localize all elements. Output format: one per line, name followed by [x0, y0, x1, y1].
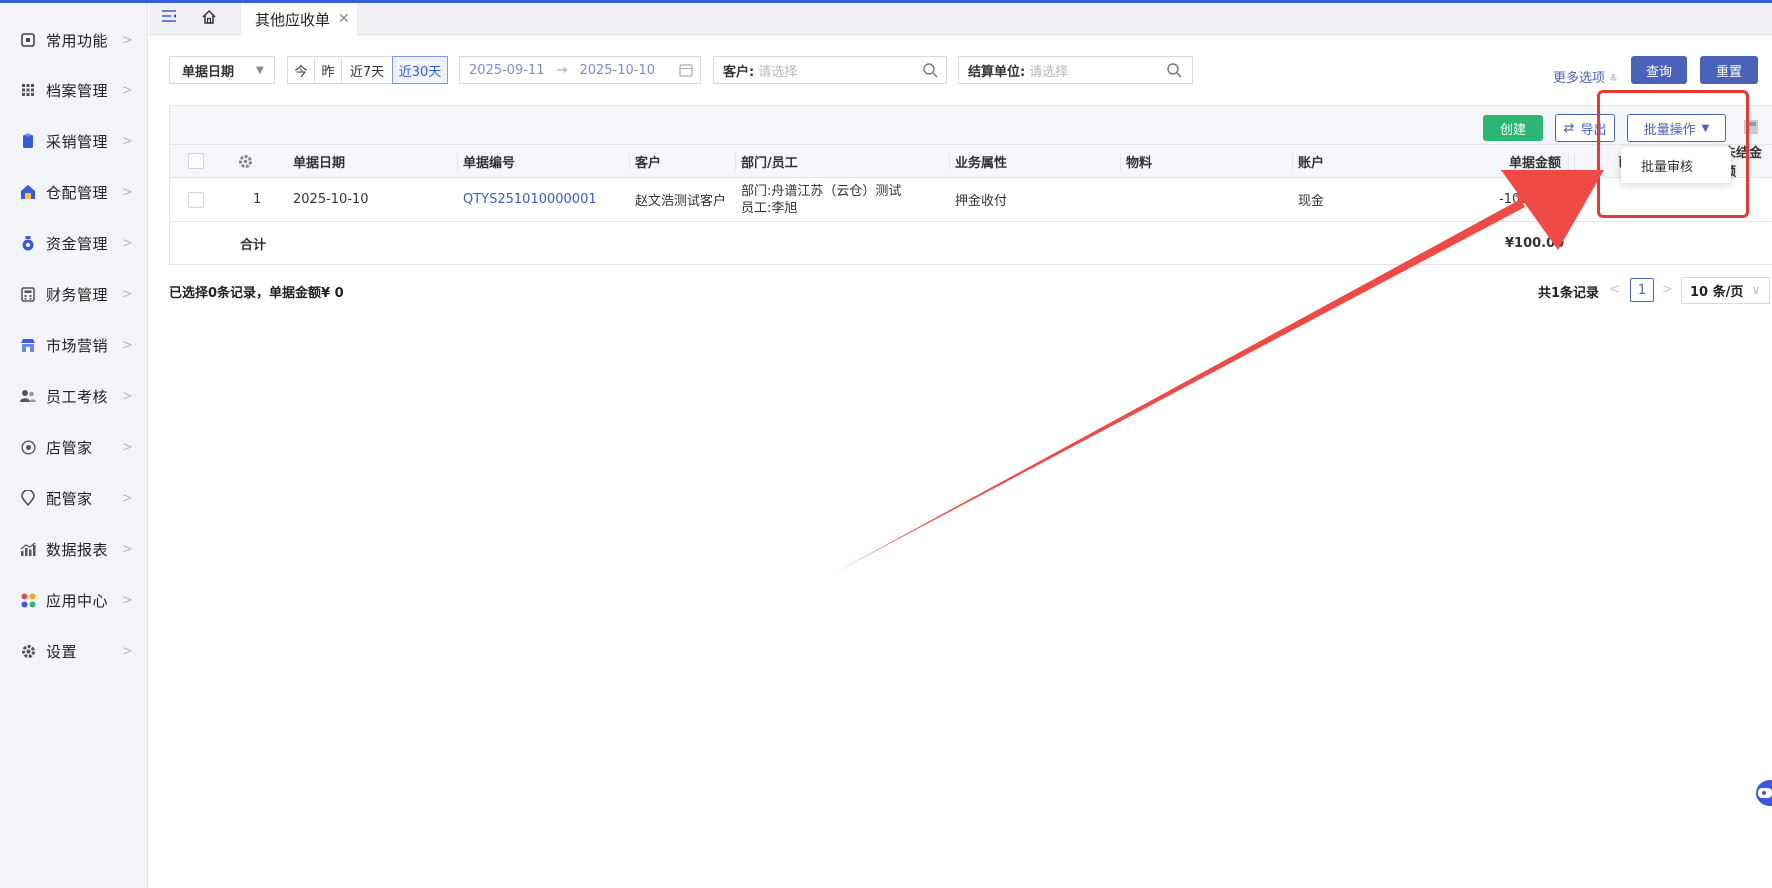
annotation-arrow	[836, 170, 1604, 572]
floating-assistant-button[interactable]	[1748, 778, 1772, 808]
